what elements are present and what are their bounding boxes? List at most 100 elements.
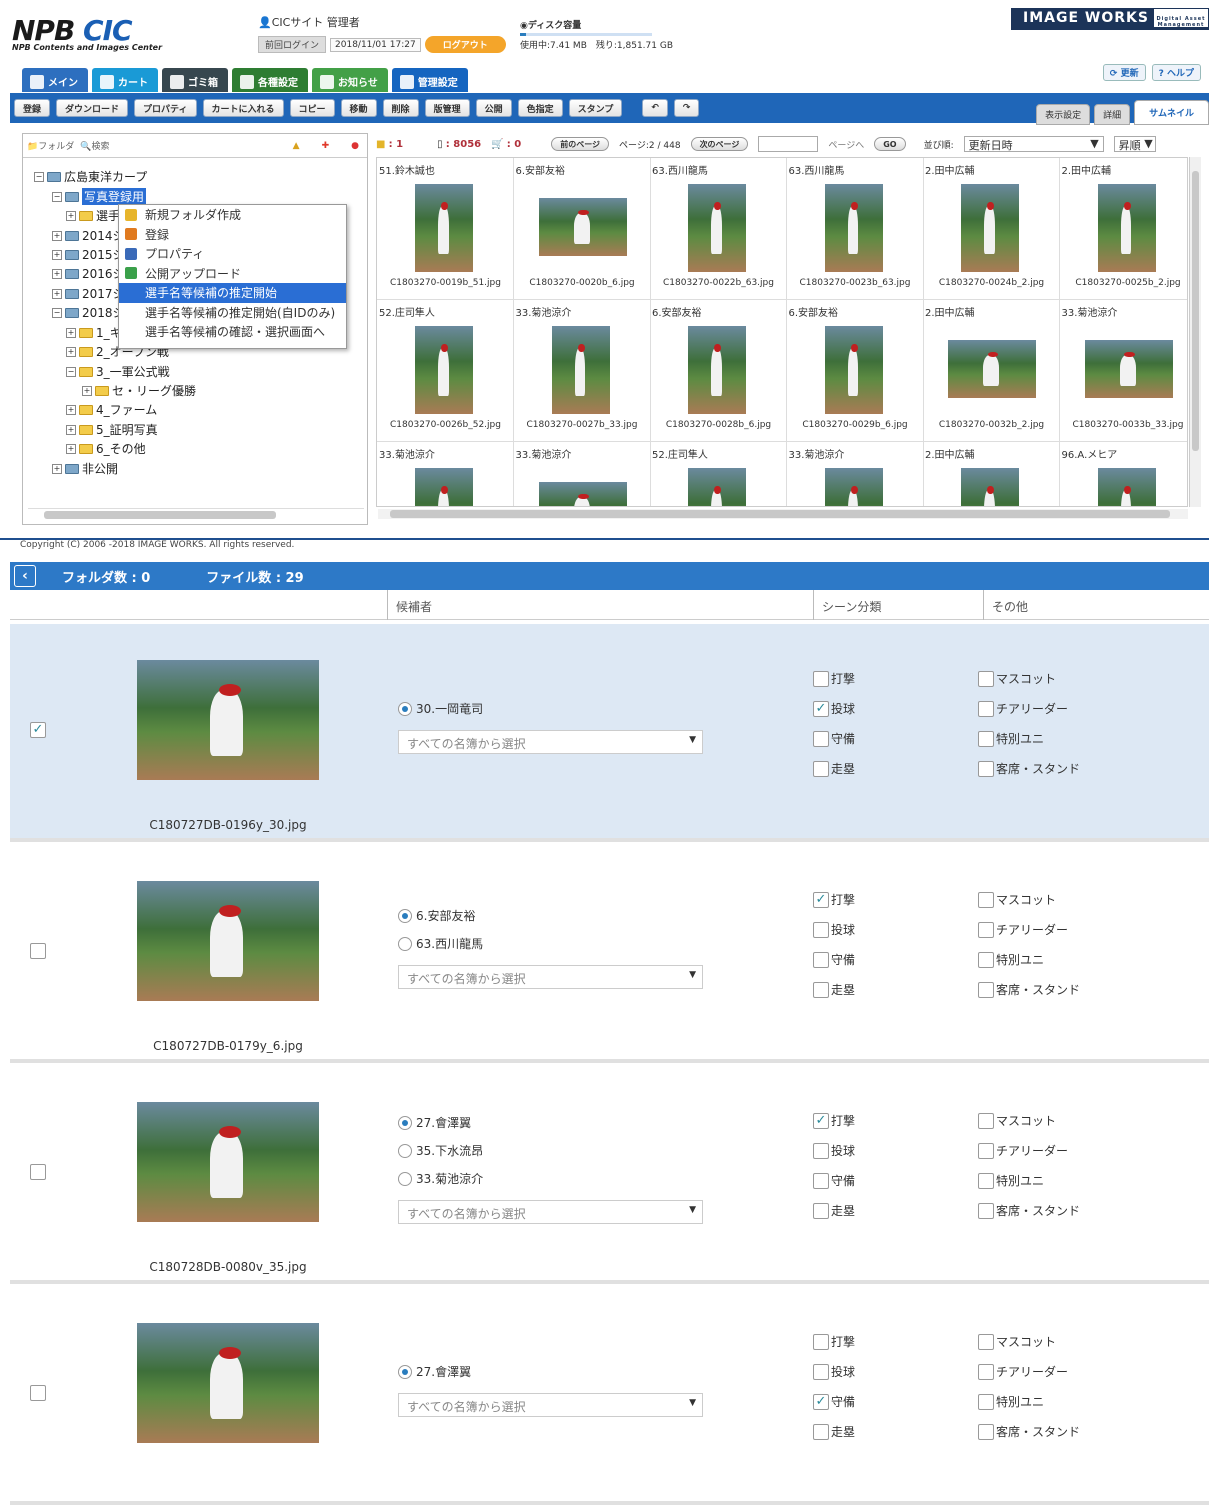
thumbnail-image[interactable] — [415, 326, 473, 414]
tree-node[interactable]: +2016シ — [52, 265, 125, 282]
checkbox-icon[interactable] — [978, 760, 994, 777]
checkbox-icon[interactable] — [813, 1202, 829, 1219]
toolbar-button-3[interactable]: カートに入れる — [202, 99, 284, 117]
expand-icon[interactable]: + — [66, 404, 76, 415]
toolbar-button-0[interactable]: 登録 — [14, 99, 51, 117]
other-checkbox[interactable]: チアリーダー — [978, 700, 1068, 717]
checkbox-icon[interactable] — [978, 981, 994, 998]
thumbnail-image[interactable] — [824, 184, 883, 272]
tree-node[interactable]: +5_証明写真 — [66, 421, 158, 438]
thumbnail-image[interactable] — [961, 468, 1019, 506]
other-checkbox[interactable]: 客席・スタンド — [978, 1423, 1080, 1440]
tree-node[interactable]: +4_ファーム — [66, 401, 157, 418]
checkbox-icon[interactable] — [978, 1363, 994, 1380]
folder-up-icon[interactable]: ▲ — [293, 141, 300, 151]
thumbnail-cell[interactable]: 96.A.メヒア — [1060, 442, 1188, 506]
candidate-radio[interactable]: 63.西川龍馬 — [398, 935, 483, 952]
other-checkbox[interactable]: 特別ユニ — [978, 1172, 1044, 1189]
tree-node[interactable]: − 広島東洋カープ — [34, 168, 147, 185]
display-settings-tab[interactable]: 表示設定 — [1036, 104, 1091, 125]
main-tab-2[interactable]: ゴミ箱 — [162, 68, 228, 92]
tree-node[interactable]: +2017シ — [52, 285, 125, 302]
grid-hscroll[interactable] — [378, 509, 1188, 519]
record-checkbox[interactable] — [30, 943, 46, 959]
thumbnail-image[interactable] — [1084, 340, 1173, 398]
tab-folder[interactable]: 📁フォルダ — [27, 139, 74, 152]
expand-icon[interactable]: + — [82, 385, 92, 396]
roster-select[interactable]: すべての名簿から選択 — [398, 1200, 703, 1224]
checkbox-icon[interactable]: ✓ — [813, 891, 829, 908]
context-menu-item[interactable]: 選手名等候補の推定開始 — [119, 283, 346, 303]
main-tab-0[interactable]: メイン — [22, 68, 88, 92]
toolbar-button-8[interactable]: 公開 — [475, 99, 512, 117]
context-menu-item[interactable]: 選手名等候補の推定開始(自IDのみ) — [119, 303, 346, 323]
checkbox-icon[interactable] — [813, 1363, 829, 1380]
scene-checkbox[interactable]: 投球 — [813, 921, 855, 938]
thumbnail-tab[interactable]: サムネイル — [1134, 100, 1209, 125]
checkbox-icon[interactable] — [978, 700, 994, 717]
other-checkbox[interactable]: チアリーダー — [978, 1142, 1068, 1159]
expand-icon[interactable]: − — [66, 366, 76, 377]
thumbnail-cell[interactable]: 33.菊池涼介 — [514, 442, 651, 506]
page-input[interactable] — [758, 136, 819, 152]
toolbar-button-9[interactable]: 色指定 — [517, 99, 563, 117]
checkbox-icon[interactable] — [813, 1142, 829, 1159]
sort-select[interactable]: 更新日時 ▼ — [963, 136, 1104, 152]
radio-icon[interactable] — [398, 1364, 412, 1379]
thumbnail-cell[interactable]: 33.菊池涼介 — [377, 442, 514, 506]
expand-icon[interactable]: − — [34, 171, 44, 182]
back-icon[interactable]: ‹ — [14, 565, 36, 587]
expand-icon[interactable]: + — [52, 288, 62, 299]
context-menu-item[interactable]: 選手名等候補の確認・選択画面へ — [119, 322, 346, 342]
other-checkbox[interactable]: 客席・スタンド — [978, 981, 1080, 998]
roster-select[interactable]: すべての名簿から選択 — [398, 730, 703, 754]
thumbnail-image[interactable] — [415, 468, 473, 506]
checkbox-icon[interactable] — [813, 981, 829, 998]
scene-checkbox[interactable]: 走塁 — [813, 1202, 855, 1219]
go-button[interactable]: GO — [874, 137, 906, 151]
logout-button[interactable]: ログアウト — [424, 36, 506, 53]
toolbar-button-2[interactable]: プロパティ — [134, 99, 197, 117]
thumbnail-image[interactable] — [824, 468, 883, 506]
thumbnail-image[interactable] — [948, 340, 1036, 398]
tree-node[interactable]: + セ・リーグ優勝 — [82, 382, 196, 399]
checkbox-icon[interactable]: ✓ — [813, 1393, 829, 1410]
checkbox-icon[interactable] — [813, 670, 829, 687]
scene-checkbox[interactable]: 走塁 — [813, 760, 855, 777]
thumbnail-cell[interactable]: 6.安部友裕 C1803270-0028b_6.jpg — [650, 300, 787, 442]
thumbnail-cell[interactable]: 63.西川龍馬 C1803270-0023b_63.jpg — [786, 158, 924, 300]
checkbox-icon[interactable] — [813, 730, 829, 747]
other-checkbox[interactable]: チアリーダー — [978, 1363, 1068, 1380]
checkbox-icon[interactable] — [813, 1423, 829, 1440]
main-tab-1[interactable]: カート — [92, 68, 158, 92]
other-checkbox[interactable]: チアリーダー — [978, 921, 1068, 938]
record-checkbox[interactable] — [30, 1385, 46, 1401]
other-checkbox[interactable]: 客席・スタンド — [978, 1202, 1080, 1219]
checkbox-icon[interactable]: ✓ — [813, 700, 829, 717]
expand-icon[interactable]: − — [52, 307, 62, 318]
expand-icon[interactable]: + — [52, 230, 62, 241]
candidate-radio[interactable]: 27.會澤翼 — [398, 1363, 471, 1380]
other-checkbox[interactable]: マスコット — [978, 670, 1056, 687]
other-checkbox[interactable]: マスコット — [978, 891, 1056, 908]
scene-checkbox[interactable]: ✓ 守備 — [813, 1393, 855, 1410]
thumbnail-cell[interactable]: 33.菊池涼介 C1803270-0033b_33.jpg — [1059, 300, 1187, 442]
expand-icon[interactable]: + — [52, 268, 62, 279]
thumbnail-image[interactable] — [961, 184, 1019, 272]
checkbox-icon[interactable] — [978, 891, 994, 908]
checkbox-icon[interactable] — [978, 730, 994, 747]
radio-icon[interactable] — [398, 908, 412, 923]
tree-node[interactable]: +2014シ — [52, 227, 125, 244]
thumbnail-cell[interactable]: 52.庄司隼人 — [650, 442, 787, 506]
scene-checkbox[interactable]: ✓ 打撃 — [813, 891, 855, 908]
radio-icon[interactable] — [398, 1171, 412, 1186]
thumbnail-cell[interactable]: 6.安部友裕 C1803270-0029b_6.jpg — [786, 300, 924, 442]
checkbox-icon[interactable] — [813, 760, 829, 777]
checkbox-icon[interactable] — [978, 1112, 994, 1129]
toolbar-button-6[interactable]: 削除 — [382, 99, 419, 117]
expand-icon[interactable]: + — [66, 327, 76, 338]
candidate-radio[interactable]: 35.下水流昂 — [398, 1142, 483, 1159]
thumbnail-cell[interactable]: 2.田中広輔 C1803270-0024b_2.jpg — [923, 158, 1060, 300]
candidate-radio[interactable]: 6.安部友裕 — [398, 907, 475, 924]
radio-icon[interactable] — [398, 1143, 412, 1158]
